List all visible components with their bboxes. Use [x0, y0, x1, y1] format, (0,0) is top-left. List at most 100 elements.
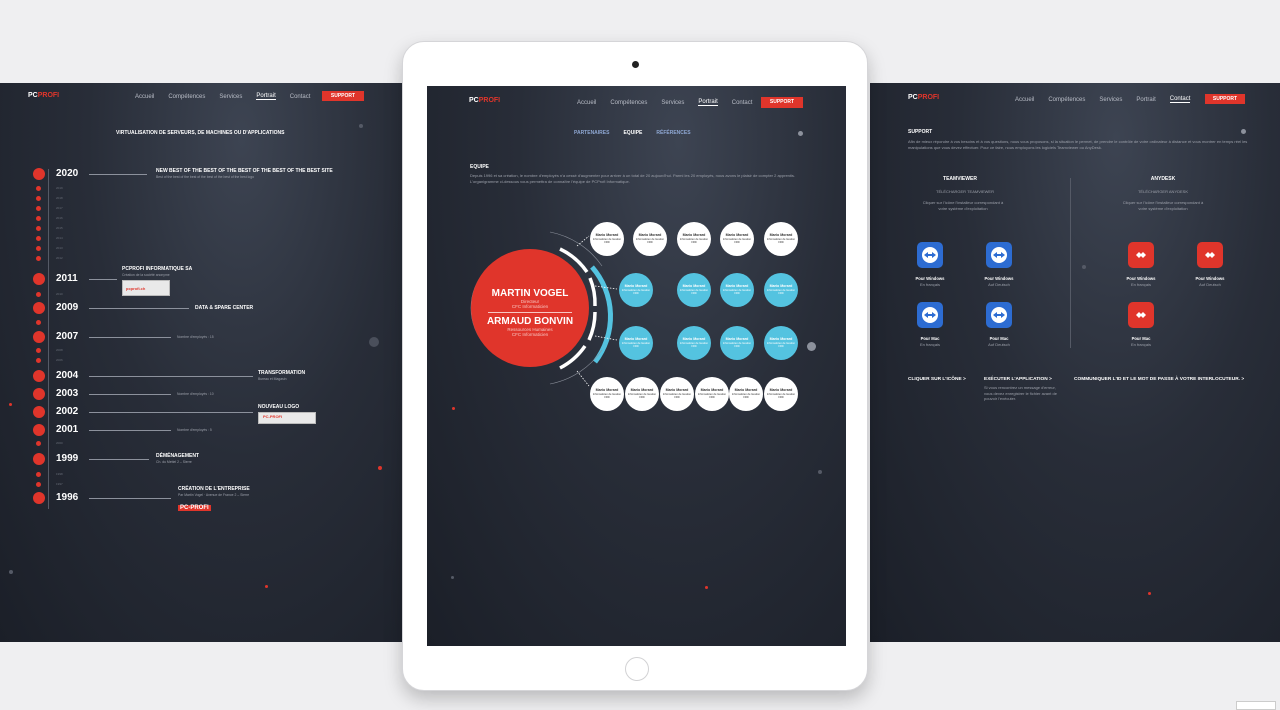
support-intro: Afin de mieux répondre à vos besoins et …	[908, 139, 1248, 150]
timeline-minor-year: 2013	[56, 246, 63, 250]
timeline-year: 2003	[56, 388, 79, 399]
team-member-card[interactable]: Mario Morard Informaticien de Gestion FRD	[619, 326, 653, 360]
support-button[interactable]: SUPPORT	[322, 91, 364, 101]
decor-dot	[9, 570, 13, 574]
team-member-card[interactable]: Mario Morard Informaticien de Gestion FRD	[660, 377, 694, 411]
logo-stamp-2011: pcprofi.ch	[122, 280, 170, 296]
team-member-card[interactable]: Mario Morard Informaticien de Gestion FRD	[720, 273, 754, 307]
timeline-minor-year: 2017	[56, 206, 63, 210]
app-label: Pour Mac	[920, 336, 940, 341]
anydesk-mac-fr-icon[interactable]	[1128, 302, 1154, 328]
main-nav: Accueil Compétences Services Portrait Co…	[1015, 96, 1191, 103]
team-member-card[interactable]: Mario Morard Informaticien de Gestion FRD	[695, 377, 729, 411]
teamviewer-windows-de-icon[interactable]	[986, 242, 1012, 268]
timeline-dot	[33, 424, 45, 436]
timeline-dot	[33, 168, 45, 180]
timeline-minor-year: 1997	[56, 482, 63, 486]
teamviewer-mac-fr-icon[interactable]	[917, 302, 943, 328]
nav-accueil[interactable]: Accueil	[135, 94, 154, 100]
timeline-dot	[36, 246, 41, 251]
logo[interactable]: PCPROFI	[28, 92, 59, 99]
timeline-panel: PCPROFI Accueil Compétences Services Por…	[0, 83, 403, 642]
team-member-card[interactable]: Mario Morard Informaticien de Gestion FRD	[764, 222, 798, 256]
team-member-card[interactable]: Mario Morard Informaticien de Gestion FRD	[625, 377, 659, 411]
anydesk-windows-de-icon[interactable]	[1197, 242, 1223, 268]
timeline-dot	[36, 320, 41, 325]
teamviewer-download-label: TÉLÉCHARGER TEAMVIEWER	[936, 189, 994, 194]
timeline-dot	[36, 482, 41, 487]
app-label: Pour Mac	[1131, 336, 1151, 341]
anydesk-windows-fr-icon[interactable]	[1128, 242, 1154, 268]
logo[interactable]: PCPROFI	[908, 94, 939, 101]
timeline-year: 2007	[56, 331, 79, 342]
team-member-card[interactable]: Mario Morard Informaticien de Gestion FRD	[633, 222, 667, 256]
timeline-entry-title: NEW BEST OF THE BEST OF THE BEST OF THE …	[156, 168, 333, 174]
app-sub: En français	[1130, 282, 1151, 287]
timeline-dot	[36, 196, 41, 201]
timeline-connector	[89, 459, 149, 460]
team-member-card[interactable]: Mario Morard Informaticien de Gestion FRD	[720, 326, 754, 360]
team-member-card[interactable]: Mario Morard Informaticien de Gestion FRD	[590, 377, 624, 411]
app-sub: En français	[919, 282, 940, 287]
team-member-card[interactable]: Mario Morard Informaticien de Gestion FRD	[590, 222, 624, 256]
team-member-card[interactable]: Mario Morard Informaticien de Gestion FRD	[677, 273, 711, 307]
timeline-entry-title: NOUVEAU LOGO	[258, 404, 300, 410]
team-member-card[interactable]: Mario Morard Informaticien de Gestion FRD	[764, 326, 798, 360]
nav-competences[interactable]: Compétences	[168, 94, 205, 100]
step-1-title[interactable]: CLIQUER SUR L'ICÔNE >	[908, 377, 966, 382]
logo-stamp-2002: PC-PROFI	[258, 412, 316, 424]
nav-contact[interactable]: Contact	[1169, 96, 1191, 103]
nav-services[interactable]: Services	[219, 94, 242, 100]
timeline-entry-subtitle: Par Martin Vogel · Avenue de France 2 – …	[178, 493, 250, 497]
timeline-dot	[36, 216, 41, 221]
timeline-dot	[36, 358, 41, 363]
decor-dot	[378, 466, 382, 470]
nav-services[interactable]: Services	[1099, 97, 1122, 103]
decor-dot	[359, 124, 363, 128]
timeline-dot	[33, 302, 45, 314]
nav-portrait[interactable]: Portrait	[1136, 97, 1155, 103]
app-label: Pour Windows	[915, 276, 945, 281]
timeline-axis	[48, 169, 49, 509]
timeline-entry-subtitle: Création de la société anonyme	[122, 273, 170, 277]
team-member-card[interactable]: Mario Morard Informaticien de Gestion FRD	[677, 222, 711, 256]
nav-contact[interactable]: Contact	[290, 94, 311, 100]
timeline-minor-year: 2010	[56, 292, 63, 296]
timeline-minor-year: 1998	[56, 472, 63, 476]
timeline-connector	[89, 430, 171, 431]
team-member-card[interactable]: Mario Morard Informaticien de Gestion FRD	[729, 377, 763, 411]
app-sub: Auf Deutsch	[1199, 282, 1221, 287]
home-button[interactable]	[625, 657, 649, 681]
timeline-connector	[89, 394, 171, 395]
team-member-card[interactable]: Mario Morard Informaticien de Gestion FRD	[720, 222, 754, 256]
logo-stamp-1996: PC-PROFI	[178, 505, 211, 511]
timeline-dot	[33, 406, 45, 418]
leader-divider	[488, 312, 572, 313]
nav-portrait[interactable]: Portrait	[256, 93, 276, 100]
decor-dot	[1082, 265, 1086, 269]
team-member-card[interactable]: Mario Morard Informaticien de Gestion FRD	[619, 273, 653, 307]
timeline-dot	[33, 370, 45, 382]
teamviewer-windows-fr-icon[interactable]	[917, 242, 943, 268]
timeline-dot	[36, 226, 41, 231]
support-button[interactable]: SUPPORT	[1205, 94, 1245, 104]
timeline-dot	[33, 453, 45, 465]
timeline-connector	[89, 376, 253, 377]
teamviewer-mac-de-icon[interactable]	[986, 302, 1012, 328]
timeline-dot	[36, 348, 41, 353]
team-member-card[interactable]: Mario Morard Informaticien de Gestion FRD	[764, 377, 798, 411]
timeline-connector	[89, 498, 171, 499]
corner-widget[interactable]	[1236, 701, 1276, 710]
team-member-card[interactable]: Mario Morard Informaticien de Gestion FRD	[677, 326, 711, 360]
nav-competences[interactable]: Compétences	[1048, 97, 1085, 103]
timeline-year: 1996	[56, 492, 79, 503]
anydesk-download-label: TÉLÉCHARGER ANYDESK	[1137, 189, 1188, 194]
team-member-card[interactable]: Mario Morard Informaticien de Gestion FRD	[764, 273, 798, 307]
step-3-title[interactable]: COMMUNIQUER L'ID ET LE MOT DE PASSE À VO…	[1074, 377, 1244, 382]
step-2-title[interactable]: EXÉCUTER L'APPLICATION >	[984, 377, 1052, 382]
timeline-minor-year: 2019	[56, 186, 63, 190]
nav-accueil[interactable]: Accueil	[1015, 97, 1034, 103]
timeline-dot	[33, 331, 45, 343]
timeline-minor-year: 2008	[56, 348, 63, 352]
timeline-entry-title: DÉMÉNAGEMENT	[156, 453, 200, 459]
